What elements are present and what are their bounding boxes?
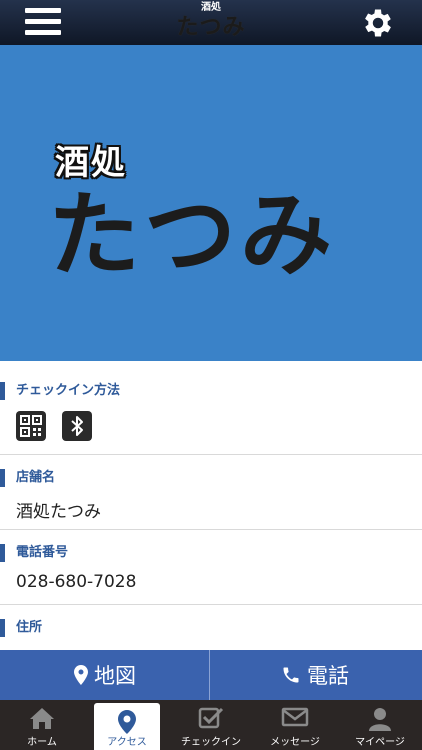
- map-button-label: 地図: [94, 664, 136, 688]
- header-logo-bottom: たつみ: [176, 14, 246, 40]
- map-pin-icon: [74, 665, 88, 685]
- shop-name-title: 店舗名: [0, 467, 55, 489]
- tab-home[interactable]: ホーム: [0, 700, 84, 750]
- tab-access[interactable]: アクセス: [94, 703, 160, 750]
- location-pin-icon: [118, 710, 136, 734]
- tab-access-label: アクセス: [107, 737, 147, 748]
- bluetooth-icon[interactable]: [62, 411, 92, 441]
- action-bar: 地図 電話: [0, 650, 422, 700]
- app-header: 酒処 たつみ: [0, 0, 422, 45]
- qr-code-icon[interactable]: [16, 411, 46, 441]
- settings-gear-icon[interactable]: [360, 5, 396, 41]
- tab-checkin[interactable]: チェックイン: [169, 700, 253, 750]
- phone-value[interactable]: 028-680-7028: [16, 572, 136, 592]
- header-logo: 酒処 たつみ: [0, 2, 422, 40]
- tab-mypage-label: マイページ: [355, 737, 405, 748]
- tab-home-label: ホーム: [27, 737, 57, 748]
- map-button[interactable]: 地図: [0, 650, 210, 700]
- phone-icon: [283, 667, 299, 683]
- mail-icon: [281, 707, 309, 727]
- hero-banner: 酒処 たつみ: [0, 45, 422, 361]
- hero-subtitle: 酒処: [55, 143, 127, 183]
- checkin-title: チェックイン方法: [0, 380, 120, 402]
- call-button-label: 電話: [307, 664, 349, 688]
- tab-mypage[interactable]: マイページ: [338, 700, 422, 750]
- address-title: 住所: [0, 617, 42, 639]
- phone-section: 電話番号 028-680-7028: [0, 529, 422, 604]
- header-logo-top: 酒処: [201, 2, 221, 13]
- tab-bar: ホーム アクセス チェックイン メッセージ マイページ: [0, 700, 422, 750]
- address-section: 住所: [0, 604, 422, 650]
- hero-title: たつみ: [48, 181, 337, 289]
- tab-message[interactable]: メッセージ: [253, 700, 337, 750]
- tab-checkin-label: チェックイン: [181, 737, 241, 748]
- tab-message-label: メッセージ: [270, 737, 320, 748]
- shop-name-section: 店舗名 酒処たつみ: [0, 454, 422, 529]
- person-icon: [369, 708, 391, 731]
- checkin-icon: [198, 707, 224, 729]
- checkin-section: チェックイン方法: [0, 380, 422, 453]
- call-button[interactable]: 電話: [210, 650, 420, 700]
- home-icon: [30, 708, 54, 729]
- shop-name-value: 酒処たつみ: [16, 502, 101, 522]
- phone-title: 電話番号: [0, 542, 68, 564]
